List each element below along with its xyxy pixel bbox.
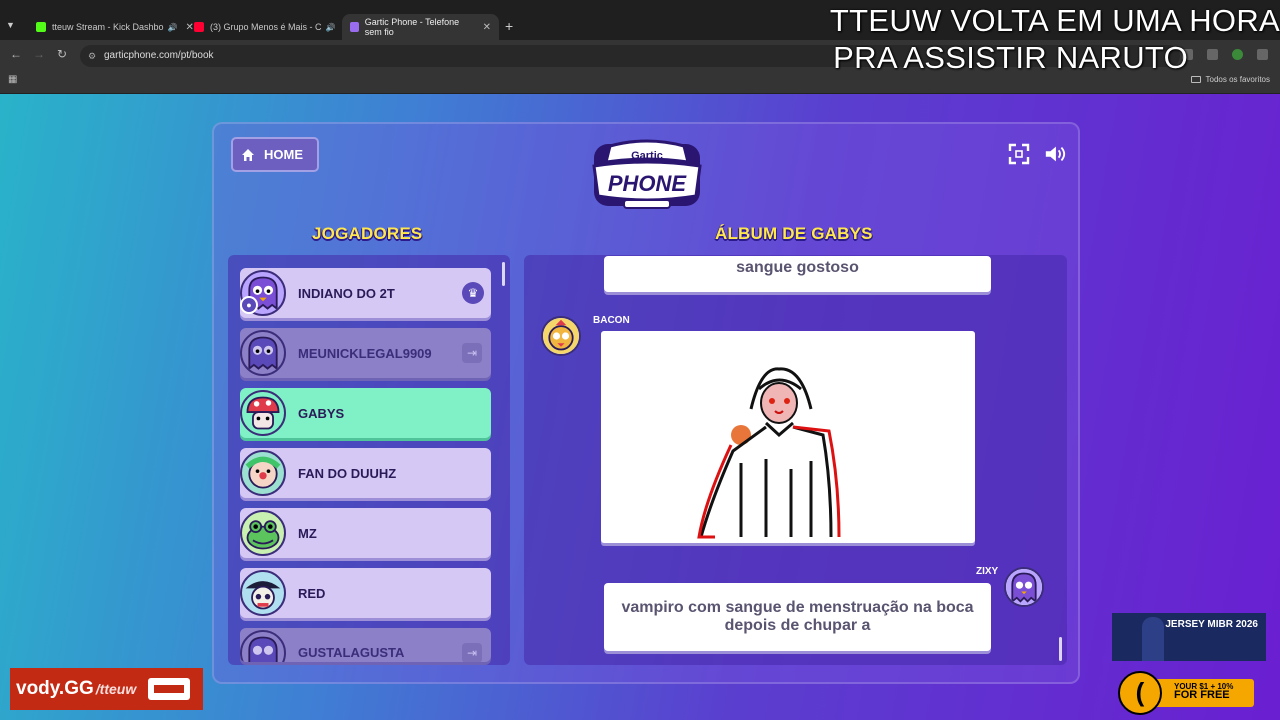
player-name: GABYS — [298, 405, 345, 421]
home-button[interactable]: HOME — [231, 137, 319, 172]
tab-label: tteuw Stream - Kick Dashbo — [52, 22, 164, 32]
vody-text: vody.GG — [16, 678, 94, 699]
player-name: GUSTALAGUSTA — [298, 645, 405, 660]
bookmarks-label: Todos os favoritos — [1205, 75, 1270, 84]
youtube-favicon-icon — [194, 22, 204, 32]
tab-search-icon[interactable]: ▼ — [6, 20, 15, 30]
player-name: INDIANO DO 2T — [298, 285, 395, 301]
player-name: MZ — [298, 525, 317, 541]
gartic-favicon-icon — [350, 22, 359, 32]
tab-youtube[interactable]: (3) Grupo Menos é Mais - C 🔊 ✕ — [186, 14, 360, 40]
player-card[interactable]: MEUNICKLEGAL9909 ⇥ — [240, 328, 491, 378]
vody-channel: /tteuw — [95, 681, 137, 697]
drawing-author: BACON — [593, 315, 630, 326]
audio-icon[interactable]: 🔊 — [326, 23, 336, 32]
home-icon — [242, 148, 254, 161]
bird-avatar-icon — [543, 318, 579, 354]
avatar — [240, 330, 286, 376]
player-card[interactable]: RED — [240, 568, 491, 618]
tab-label: Gartic Phone - Telefone sem fio — [364, 17, 460, 37]
player-name: FAN DO DUUHZ — [298, 465, 397, 481]
crown-icon: ♛ — [462, 282, 484, 304]
player-photo — [1142, 617, 1164, 661]
ghost-avatar-icon — [1006, 569, 1042, 605]
url-text: garticphone.com/pt/book — [104, 50, 214, 61]
players-heading: JOGADORES — [312, 224, 423, 243]
avatar — [240, 390, 286, 436]
tab-gartic[interactable]: Gartic Phone - Telefone sem fio ✕ — [342, 14, 499, 40]
reply-text: vampiro com sangue de menstruação na boc… — [621, 599, 974, 634]
all-bookmarks[interactable]: Todos os favoritos — [1190, 75, 1270, 84]
reply-bubble: vampiro com sangue de menstruação na boc… — [604, 583, 991, 651]
album-scrollbar[interactable] — [1059, 637, 1062, 661]
tab-kick[interactable]: tteuw Stream - Kick Dashbo 🔊 ✕ — [28, 14, 202, 40]
home-label: HOME — [264, 147, 303, 162]
close-tab-icon[interactable]: ✕ — [483, 22, 491, 33]
avatar — [240, 570, 286, 616]
player-card[interactable]: GUSTALAGUSTA ⇥ — [240, 628, 491, 662]
reply-author: ZIXY — [976, 566, 999, 577]
avatar — [541, 316, 581, 356]
mibr-ad: JERSEY MIBR 2026 — [1112, 613, 1266, 661]
mibr-ad-text: JERSEY MIBR 2026 — [1165, 619, 1258, 630]
forward-icon[interactable]: → — [33, 47, 45, 61]
avatar — [240, 450, 286, 496]
site-info-icon[interactable]: ⚙ — [88, 45, 96, 67]
vody-banner: vody.GG /tteuw — [10, 668, 203, 710]
ghost-avatar-icon — [248, 636, 278, 662]
player-name: RED — [298, 585, 326, 601]
exit-icon: ⇥ — [462, 343, 482, 363]
vampire-drawing — [697, 367, 841, 539]
ghost-avatar-icon — [248, 336, 278, 371]
previous-guess-bubble: sangue gostoso — [604, 256, 991, 292]
frog-avatar-icon — [246, 520, 280, 550]
clown-avatar-icon — [245, 456, 281, 489]
user-icon: ● — [240, 296, 258, 314]
kick-favicon-icon — [36, 22, 46, 32]
promo-bar: YOUR $1 + 10% FOR FREE — [1154, 679, 1254, 707]
promo-ad: YOUR $1 + 10% FOR FREE ( — [1118, 671, 1254, 715]
skull-pirate-avatar-icon — [245, 581, 281, 610]
avatar — [1004, 567, 1044, 607]
stream-overlay-text: TTEUW VOLTA EM UMA HORA PRA ASSISTIR NAR… — [810, 2, 1280, 76]
new-tab-icon[interactable]: + — [505, 18, 513, 34]
avatar — [240, 510, 286, 556]
player-card[interactable]: ● INDIANO DO 2T ♛ — [240, 268, 491, 318]
fullscreen-icon[interactable] — [1008, 143, 1030, 165]
audio-icon[interactable]: 🔊 — [168, 23, 178, 32]
apps-grid-icon[interactable]: ▦ — [8, 74, 17, 85]
overlay-line-2: PRA ASSISTIR NARUTO — [833, 40, 1188, 75]
player-card[interactable]: FAN DO DUUHZ — [240, 448, 491, 498]
folder-icon — [1190, 76, 1201, 83]
logo-top-text: Gartic — [631, 150, 663, 162]
gartic-phone-logo: Gartic PHONE — [592, 139, 702, 209]
album-heading: ÁLBUM DE GABYS — [715, 224, 873, 243]
volume-icon[interactable] — [1044, 143, 1066, 165]
drawing-canvas — [601, 331, 975, 543]
top-right-controls — [1008, 143, 1066, 165]
players-scrollbar[interactable] — [502, 262, 505, 286]
mushroom-avatar-icon — [246, 396, 280, 430]
promo-logo-icon: ( — [1118, 671, 1162, 715]
player-name: MEUNICKLEGAL9909 — [298, 345, 432, 361]
logo-bottom-text: PHONE — [608, 171, 688, 196]
overlay-line-1: TTEUW VOLTA EM UMA HORA — [829, 3, 1280, 38]
exit-icon: ⇥ — [462, 643, 482, 662]
guess-text: sangue gostoso — [736, 259, 859, 276]
vody-logo-icon — [148, 678, 191, 700]
promo-line-2: FOR FREE — [1174, 689, 1230, 701]
avatar — [240, 630, 286, 662]
tab-label: (3) Grupo Menos é Mais - C — [210, 22, 322, 32]
player-card[interactable]: MZ — [240, 508, 491, 558]
player-card[interactable]: GABYS — [240, 388, 491, 438]
back-icon[interactable]: ← — [10, 47, 22, 61]
reload-icon[interactable]: ↻ — [57, 47, 67, 61]
